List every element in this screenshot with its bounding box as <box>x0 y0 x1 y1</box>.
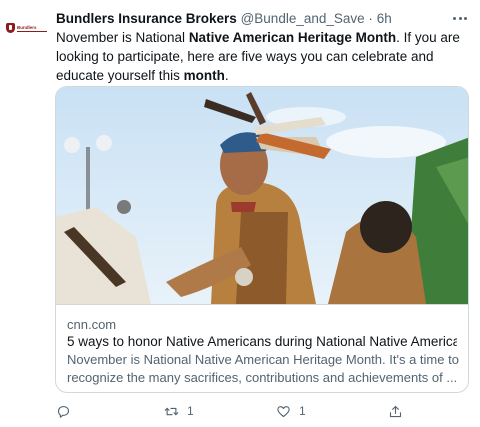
retweet-icon <box>164 407 179 415</box>
tweet-time[interactable]: 6h <box>377 11 392 26</box>
meta-separator: · <box>368 11 373 26</box>
more-dot <box>453 16 456 20</box>
avatar-logo: Bundlers <box>17 25 47 32</box>
share-button[interactable] <box>388 401 403 421</box>
avatar-logo-text: Bundlers <box>17 24 37 30</box>
avatar[interactable]: Bundlers <box>6 21 48 35</box>
tweet-text-part: . <box>224 68 229 83</box>
action-bar: 1 1 <box>56 401 476 421</box>
reply-button[interactable] <box>56 401 79 421</box>
tweet-text-part: November is National <box>56 30 189 45</box>
tweet-text: November is National Native American Her… <box>56 28 474 85</box>
retweet-button[interactable]: 1 <box>164 401 194 421</box>
more-icon[interactable] <box>450 10 470 26</box>
avatar-logo-line <box>17 30 47 32</box>
author-handle[interactable]: @Bundle_and_Save <box>241 11 365 26</box>
like-button[interactable]: 1 <box>276 401 306 421</box>
shield-logo-icon <box>6 23 15 33</box>
share-icon <box>389 405 402 417</box>
card-title[interactable]: 5 ways to honor Native Americans during … <box>67 333 457 351</box>
link-card[interactable]: cnn.com 5 ways to honor Native Americans… <box>55 86 469 393</box>
card-meta[interactable]: cnn.com 5 ways to honor Native Americans… <box>56 304 468 392</box>
more-dot <box>464 16 467 20</box>
card-image[interactable] <box>56 87 468 304</box>
retweet-count: 1 <box>187 404 194 418</box>
more-dot <box>458 16 462 20</box>
card-domain: cnn.com <box>67 317 117 332</box>
tweet-text-bold: Native American Heritage Month <box>188 30 397 45</box>
card-photo <box>56 87 468 304</box>
like-icon <box>277 405 290 417</box>
author-display-name[interactable]: Bundlers Insurance Brokers <box>56 11 237 26</box>
reply-icon <box>57 405 70 418</box>
like-count: 1 <box>299 404 306 418</box>
card-description: November is National Native American Her… <box>67 352 459 385</box>
tweet-header: Bundlers Insurance Brokers @Bundle_and_S… <box>56 10 446 27</box>
tweet[interactable]: Bundlers Bundlers Insurance Brokers @Bun… <box>0 0 480 427</box>
tweet-text-bold: month <box>183 68 225 83</box>
